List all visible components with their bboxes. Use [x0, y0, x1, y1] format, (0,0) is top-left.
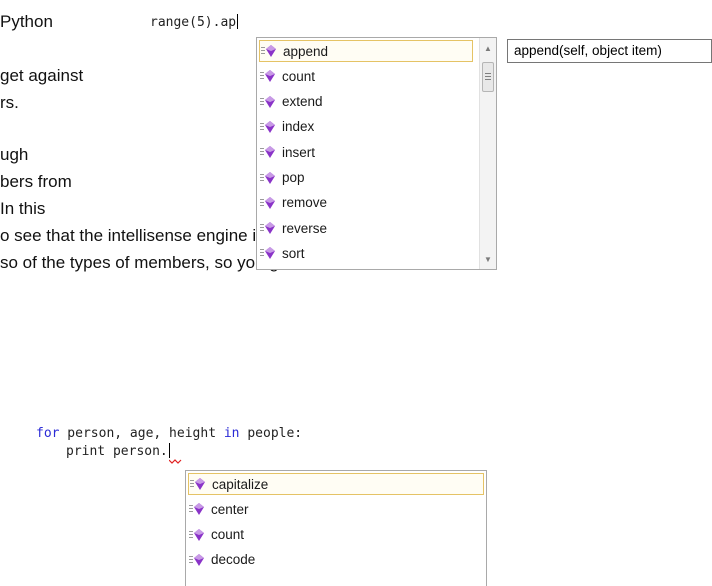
method-icon — [260, 43, 280, 59]
method-icon — [188, 527, 208, 543]
keyword-in: in — [223, 426, 240, 441]
completion-item[interactable]: capitalize — [188, 473, 484, 495]
completion-item-label: sort — [282, 245, 305, 261]
completion-item[interactable]: insert — [259, 141, 473, 163]
completion-item[interactable]: decode — [188, 549, 484, 571]
document: Python get against rs. ugh bers from In … — [0, 0, 712, 586]
completion-item-label: append — [283, 43, 329, 59]
code-text: range(5).ap — [150, 15, 237, 30]
method-icon — [259, 245, 279, 261]
completion-item[interactable]: count — [188, 524, 484, 546]
doc-text-line: get against — [0, 66, 84, 85]
code-vars: person, age, height — [59, 426, 224, 441]
completion-item-label: count — [211, 527, 245, 543]
doc-text-line: In this — [0, 199, 46, 218]
method-icon — [259, 119, 279, 135]
completion-item-label: remove — [282, 195, 328, 211]
text-caret — [237, 14, 239, 29]
scroll-thumb[interactable] — [482, 62, 494, 92]
code-rest: people: — [239, 426, 303, 441]
completion-item[interactable]: append — [259, 40, 473, 62]
scrollbar[interactable]: ▲ ▼ — [479, 38, 496, 269]
completion-item-label: reverse — [282, 220, 328, 236]
completion-item[interactable]: pop — [259, 167, 473, 189]
method-icon — [259, 195, 279, 211]
completion-item-label: count — [282, 68, 316, 84]
method-icon — [188, 501, 208, 517]
method-icon — [188, 552, 208, 568]
error-squiggle — [169, 459, 182, 464]
method-icon — [259, 170, 279, 186]
method-icon — [259, 144, 279, 160]
completion-item-label: index — [282, 119, 315, 135]
code-line[interactable]: print person. — [66, 443, 170, 459]
scroll-up-icon[interactable]: ▲ — [480, 40, 496, 56]
code-line[interactable]: range(5).ap — [150, 14, 239, 30]
doc-text-line: bers from — [0, 172, 72, 191]
code-line[interactable]: for person, age, height in people: — [36, 426, 302, 441]
method-icon — [259, 94, 279, 110]
completion-list[interactable]: append count extend index insert pop remove rev… — [256, 37, 497, 270]
completion-item-label: decode — [211, 552, 256, 568]
scroll-down-icon[interactable]: ▼ — [480, 251, 496, 267]
completion-list[interactable]: capitalize center count decode — [185, 470, 487, 586]
doc-text-line: rs. — [0, 93, 19, 112]
completion-item-label: capitalize — [212, 476, 269, 492]
completion-item-label: insert — [282, 144, 316, 160]
completion-item[interactable]: count — [259, 65, 473, 87]
signature-tooltip: append(self, object item) — [507, 39, 712, 63]
keyword-for: for — [36, 426, 60, 441]
completion-item[interactable]: center — [188, 498, 484, 520]
completion-item[interactable]: remove — [259, 192, 473, 214]
completion-item[interactable]: extend — [259, 91, 473, 113]
completion-item[interactable]: reverse — [259, 217, 473, 239]
method-icon — [259, 68, 279, 84]
completion-item-label: extend — [282, 94, 323, 110]
completion-item[interactable]: index — [259, 116, 473, 138]
method-icon — [189, 476, 209, 492]
completion-item-label: center — [211, 501, 249, 517]
completion-item[interactable]: sort — [259, 242, 473, 264]
method-icon — [259, 220, 279, 236]
text-caret — [168, 443, 170, 458]
doc-text-line: ugh — [0, 145, 29, 164]
doc-text-line: Python — [0, 12, 53, 31]
completion-item-label: pop — [282, 170, 305, 185]
code-text: print person. — [66, 444, 168, 459]
